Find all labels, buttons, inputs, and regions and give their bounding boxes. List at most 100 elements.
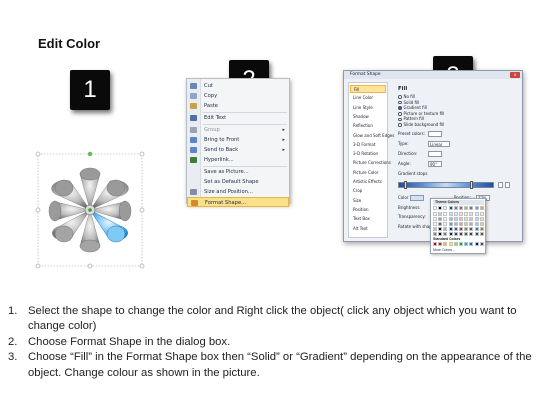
gradient-stop-handle[interactable] [470, 181, 473, 189]
theme-color-swatch[interactable] [438, 227, 443, 231]
menu-item-group[interactable]: Group ▸ [187, 125, 289, 135]
more-colors-link[interactable]: More Colors... [433, 248, 455, 252]
theme-color-swatch[interactable] [479, 206, 484, 210]
remove-stop-button[interactable] [505, 182, 510, 188]
theme-color-swatch[interactable] [469, 222, 474, 226]
theme-color-swatch[interactable] [433, 212, 437, 216]
theme-color-swatch[interactable] [453, 217, 458, 221]
category-crop[interactable]: Crop [350, 187, 386, 195]
preset-colors-dropdown[interactable] [428, 130, 442, 137]
theme-color-swatch[interactable] [474, 227, 479, 231]
menu-item-set-as-default-shape[interactable]: Set as Default Shape [187, 177, 289, 187]
theme-color-swatch[interactable] [469, 232, 474, 236]
theme-color-swatch[interactable] [438, 222, 443, 226]
theme-color-swatch[interactable] [469, 206, 474, 210]
category-fill[interactable]: Fill [350, 85, 386, 93]
menu-item-edit-text[interactable]: Edit Text [187, 113, 289, 123]
theme-color-swatch[interactable] [479, 232, 484, 236]
theme-color-swatch[interactable] [433, 217, 437, 221]
theme-color-swatch[interactable] [433, 227, 437, 231]
category-shadow[interactable]: Shadow [350, 113, 386, 121]
theme-color-swatch[interactable] [474, 217, 479, 221]
standard-color-swatch[interactable] [438, 242, 443, 246]
theme-color-swatch[interactable] [438, 212, 443, 216]
menu-item-hyperlink[interactable]: Hyperlink... [187, 155, 289, 165]
theme-color-swatch[interactable] [443, 232, 448, 236]
standard-color-swatch[interactable] [474, 242, 479, 246]
standard-color-swatch[interactable] [443, 242, 448, 246]
menu-item-save-as-picture[interactable]: Save as Picture... [187, 167, 289, 177]
theme-color-swatch[interactable] [474, 222, 479, 226]
theme-color-swatch[interactable] [438, 217, 443, 221]
theme-color-swatch[interactable] [474, 206, 479, 210]
theme-color-swatch[interactable] [459, 212, 463, 216]
category-3-d-rotation[interactable]: 3-D Rotation [350, 150, 386, 158]
standard-color-swatch[interactable] [459, 242, 463, 246]
theme-color-swatch[interactable] [469, 227, 474, 231]
theme-color-swatch[interactable] [459, 206, 463, 210]
menu-item-bring-to-front[interactable]: Bring to Front ▸ [187, 135, 289, 145]
category-picture-color[interactable]: Picture Color [350, 169, 386, 177]
category-size[interactable]: Size [350, 197, 386, 205]
theme-color-swatch[interactable] [443, 212, 448, 216]
theme-color-swatch[interactable] [464, 222, 469, 226]
theme-color-swatch[interactable] [453, 222, 458, 226]
standard-color-swatch[interactable] [464, 242, 469, 246]
theme-color-swatch[interactable] [443, 217, 448, 221]
gradient-stops-bar[interactable] [398, 182, 494, 188]
theme-color-swatch[interactable] [479, 212, 484, 216]
theme-color-swatch[interactable] [453, 206, 458, 210]
rotate-with-shape-checkbox[interactable]: Rotate with shape [398, 223, 434, 230]
selected-shape-preview[interactable] [32, 148, 148, 272]
category-artistic-effects[interactable]: Artistic Effects [350, 178, 386, 186]
theme-color-swatch[interactable] [479, 217, 484, 221]
category-line-style[interactable]: Line Style [350, 104, 386, 112]
type-dropdown[interactable]: Linear [428, 140, 450, 147]
category-3-d-format[interactable]: 3-D Format [350, 141, 386, 149]
gradient-stop-handle[interactable] [404, 181, 407, 189]
menu-item-send-to-back[interactable]: Send to Back ▸ [187, 145, 289, 155]
close-button[interactable]: x [510, 72, 520, 78]
theme-color-swatch[interactable] [433, 232, 437, 236]
menu-item-size-and-position[interactable]: Size and Position... [187, 187, 289, 197]
theme-color-swatch[interactable] [479, 227, 484, 231]
category-glow-and-soft-edges[interactable]: Glow and Soft Edges [350, 132, 394, 140]
standard-color-swatch[interactable] [479, 242, 484, 246]
standard-color-swatch[interactable] [469, 242, 474, 246]
category-position[interactable]: Position [350, 206, 386, 214]
theme-color-swatch[interactable] [433, 222, 437, 226]
theme-color-swatch[interactable] [459, 227, 463, 231]
theme-color-swatch[interactable] [464, 232, 469, 236]
theme-color-swatch[interactable] [464, 217, 469, 221]
theme-color-swatch[interactable] [448, 227, 453, 231]
theme-color-swatch[interactable] [464, 227, 469, 231]
theme-color-swatch[interactable] [453, 227, 458, 231]
theme-color-swatch[interactable] [433, 206, 437, 210]
theme-color-swatch[interactable] [474, 232, 479, 236]
theme-color-swatch[interactable] [448, 217, 453, 221]
theme-color-swatch[interactable] [469, 217, 474, 221]
theme-color-swatch[interactable] [443, 222, 448, 226]
menu-item-cut[interactable]: Cut [187, 81, 289, 91]
theme-color-swatch[interactable] [438, 232, 443, 236]
menu-item-format-shape[interactable]: Format Shape... [187, 197, 289, 207]
theme-color-swatch[interactable] [438, 206, 443, 210]
direction-dropdown[interactable] [428, 150, 442, 157]
standard-color-swatch[interactable] [453, 242, 458, 246]
add-stop-button[interactable] [498, 182, 503, 188]
category-line-color[interactable]: Line Color [350, 94, 386, 102]
cylinder-wheel-shape[interactable] [32, 148, 148, 272]
theme-color-swatch[interactable] [469, 212, 474, 216]
theme-color-swatch[interactable] [459, 217, 463, 221]
theme-color-swatch[interactable] [443, 206, 448, 210]
menu-item-paste[interactable]: Paste [187, 101, 289, 111]
color-picker-button[interactable] [410, 194, 424, 201]
fill-option-radio[interactable]: Slide background fill [398, 122, 444, 128]
theme-color-swatch[interactable] [453, 212, 458, 216]
theme-color-swatch[interactable] [453, 232, 458, 236]
category-reflection[interactable]: Reflection [350, 122, 386, 130]
theme-color-swatch[interactable] [448, 232, 453, 236]
category-alt-text[interactable]: Alt Text [350, 225, 386, 233]
standard-color-swatch[interactable] [433, 242, 437, 246]
theme-color-swatch[interactable] [474, 212, 479, 216]
